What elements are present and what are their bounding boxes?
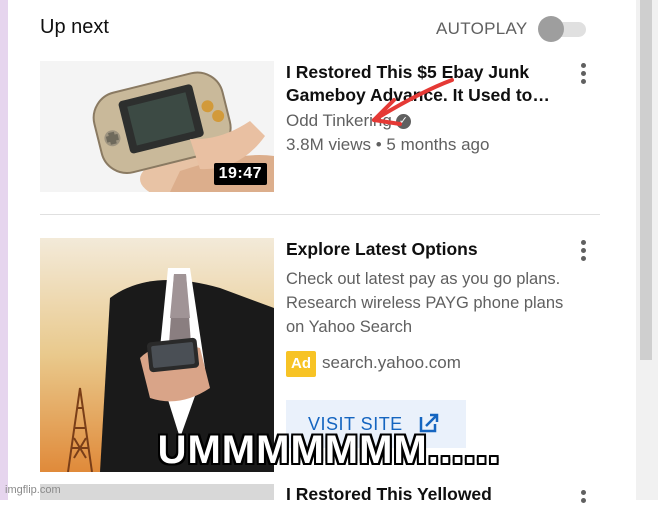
- divider: [40, 214, 600, 215]
- video-title-3[interactable]: I Restored This Yellowed: [286, 484, 492, 505]
- ad-domain: search.yahoo.com: [322, 353, 461, 372]
- up-next-title: Up next: [40, 16, 109, 38]
- left-border: [0, 0, 8, 500]
- scrollbar-thumb[interactable]: [640, 0, 652, 360]
- scrollbar[interactable]: [636, 0, 658, 500]
- more-options-icon[interactable]: [578, 490, 588, 514]
- toggle-knob: [538, 16, 564, 42]
- autoplay-toggle[interactable]: [538, 16, 588, 42]
- watermark: imgflip.com: [5, 484, 61, 496]
- ad-meta: Explore Latest Options Check out latest …: [286, 238, 566, 448]
- ad-badge: Ad: [286, 351, 316, 377]
- ad-title[interactable]: Explore Latest Options: [286, 238, 566, 261]
- up-next-header: Up next AUTOPLAY: [40, 14, 600, 44]
- meme-caption: UMMMMMMM......: [157, 428, 501, 472]
- ad-source-row: Ad search.yahoo.com: [286, 351, 566, 377]
- video-thumbnail[interactable]: 19:47: [40, 61, 274, 192]
- video-duration: 19:47: [213, 163, 267, 185]
- autoplay-label: AUTOPLAY: [436, 19, 528, 38]
- video-item-1[interactable]: 19:47 I Restored This $5 Ebay Junk Gameb…: [40, 61, 620, 193]
- more-options-icon[interactable]: [578, 240, 588, 264]
- more-options-icon[interactable]: [578, 63, 588, 87]
- video-thumbnail-3[interactable]: [40, 484, 274, 500]
- red-arrow-annotation: [372, 78, 454, 126]
- ad-description: Check out latest pay as you go plans. Re…: [286, 270, 564, 336]
